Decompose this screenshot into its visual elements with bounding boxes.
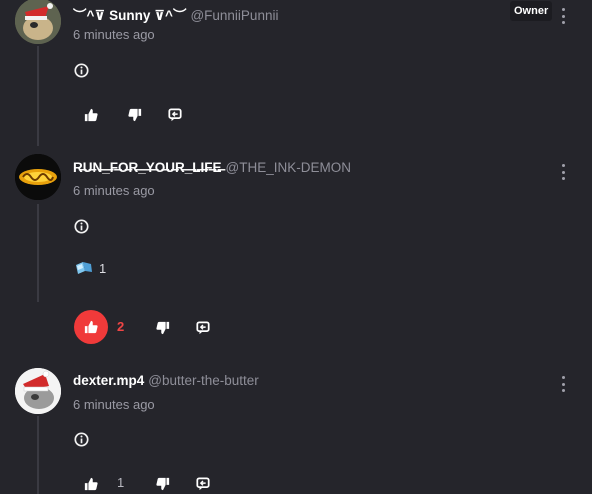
timestamp: 6 minutes ago	[73, 183, 155, 198]
thread-line	[37, 46, 39, 146]
author-line: ︶^⊽ Sunny ⊽^︶ @FunniiPunnii	[73, 4, 278, 24]
info-icon[interactable]	[74, 219, 89, 234]
info-icon[interactable]	[74, 432, 89, 447]
like-button[interactable]	[74, 98, 108, 132]
avatar[interactable]	[15, 154, 61, 200]
thumbs-down-icon	[156, 477, 170, 491]
reply-icon	[196, 321, 210, 335]
author-line: R̶U̶N̶_̶F̶O̶R̶_̶Y̶O̶U̶R̶_̶L̶I̶F̶E̶ @THE_I…	[73, 160, 351, 175]
thumbs-up-icon	[84, 477, 98, 491]
thumbs-up-icon	[84, 108, 98, 122]
kebab-menu-icon[interactable]	[557, 376, 569, 392]
reaction-chip[interactable]: 1	[74, 259, 106, 277]
dislike-button[interactable]	[118, 98, 152, 132]
thumbs-down-icon	[156, 321, 170, 335]
kebab-menu-icon[interactable]	[557, 164, 569, 180]
avatar[interactable]	[15, 368, 61, 414]
thread-line	[37, 416, 39, 494]
thumbs-down-icon	[128, 108, 142, 122]
reaction-count: 1	[99, 260, 107, 276]
reply-button[interactable]	[186, 467, 220, 494]
reply-button[interactable]	[158, 98, 192, 132]
ice-cube-emoji	[76, 262, 92, 274]
avatar[interactable]	[15, 0, 61, 44]
display-name[interactable]: R̶U̶N̶_̶F̶O̶R̶_̶Y̶O̶U̶R̶_̶L̶I̶F̶E̶	[73, 160, 222, 175]
reply-icon	[168, 108, 182, 122]
thumbs-up-icon	[84, 320, 98, 334]
comment-feed: ︶^⊽ Sunny ⊽^︶ @FunniiPunnii Owner 6 minut…	[0, 0, 592, 494]
dislike-button[interactable]	[146, 311, 180, 345]
owner-badge: Owner	[510, 1, 553, 21]
dislike-button[interactable]	[146, 467, 180, 494]
like-count: 2	[117, 319, 125, 334]
user-handle[interactable]: @butter-the-butter	[148, 373, 259, 388]
kebab-menu-icon[interactable]	[557, 8, 569, 24]
reply-button[interactable]	[186, 311, 220, 345]
user-handle[interactable]: @THE_INK-DEMON	[226, 160, 351, 175]
like-button[interactable]	[74, 467, 108, 494]
like-button[interactable]	[74, 310, 108, 344]
display-name[interactable]: dexter.mp4	[73, 373, 144, 388]
timestamp: 6 minutes ago	[73, 27, 155, 42]
info-icon[interactable]	[74, 63, 89, 78]
display-name[interactable]: ︶^⊽ Sunny ⊽^︶	[73, 8, 186, 23]
timestamp: 6 minutes ago	[73, 397, 155, 412]
reply-icon	[196, 477, 210, 491]
thread-line	[37, 204, 39, 302]
author-line: dexter.mp4 @butter-the-butter	[73, 373, 259, 388]
user-handle[interactable]: @FunniiPunnii	[190, 8, 278, 23]
like-count: 1	[117, 475, 125, 490]
